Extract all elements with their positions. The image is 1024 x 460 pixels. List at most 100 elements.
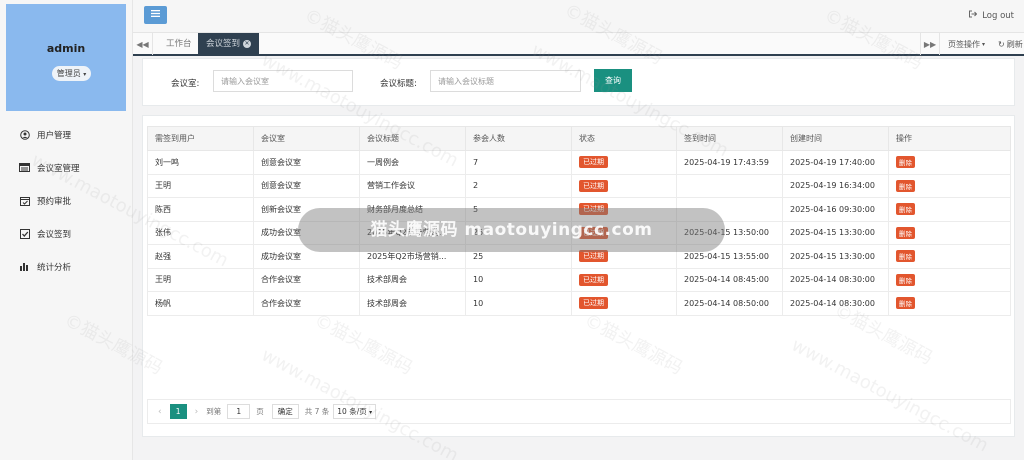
- cell-created: 2025-04-16 09:30:00: [782, 197, 889, 222]
- sidebar-item-checkin[interactable]: 会议签到: [0, 217, 133, 250]
- cell-count: 10: [465, 291, 572, 316]
- cell-created: 2025-04-19 16:34:00: [782, 173, 889, 198]
- sidebar-item-approval[interactable]: 预约审批: [0, 184, 133, 217]
- delete-button[interactable]: 删除: [896, 156, 915, 169]
- cell-user: 王明: [147, 173, 254, 198]
- logout-label: Log out: [982, 10, 1014, 21]
- page-size-label: 10 条/页: [337, 407, 367, 416]
- cell-count: 10: [465, 267, 572, 292]
- cell-action: 删除: [888, 197, 1011, 222]
- delete-button[interactable]: 删除: [896, 297, 915, 310]
- sidebar-item-statistics[interactable]: 统计分析: [0, 250, 133, 283]
- delete-button[interactable]: 删除: [896, 273, 915, 286]
- sidebar-item-label: 会议签到: [37, 229, 72, 240]
- sign-out-icon: [969, 10, 978, 21]
- cell-room: 成功会议室: [253, 220, 360, 245]
- status-badge: 已过期: [579, 179, 608, 192]
- column-header[interactable]: 参会人数: [465, 126, 572, 151]
- goto-page-input[interactable]: 1: [227, 404, 251, 419]
- sidebar-item-label: 用户管理: [37, 130, 72, 141]
- cell-action: 删除: [888, 291, 1011, 316]
- room-icon: [19, 162, 30, 173]
- tab-checkin[interactable]: 会议签到 ✕: [198, 33, 260, 55]
- cell-created: 2025-04-15 13:30:00: [782, 244, 889, 269]
- sidebar-item-label: 预约审批: [37, 196, 72, 207]
- room-label: 会议室:: [171, 79, 200, 89]
- goto-confirm-button[interactable]: 确定: [271, 404, 299, 419]
- page-size-select[interactable]: 10 条/页 ▾: [333, 404, 377, 419]
- cell-status: 已过期: [571, 244, 677, 269]
- cell-room: 合作会议室: [253, 291, 360, 316]
- page-ops-label: 页签操作: [948, 39, 980, 49]
- cell-checkin: [676, 197, 783, 222]
- cell-user: 赵强: [147, 244, 254, 269]
- caret-down-icon: ▾: [982, 40, 986, 48]
- tab-label: 工作台: [166, 39, 192, 49]
- logout-link[interactable]: Log out: [969, 10, 1014, 21]
- cell-count: 7: [465, 150, 572, 175]
- cell-title: 营销工作会议: [359, 173, 466, 198]
- cell-title: 技术部周会: [359, 291, 466, 316]
- title-search-input[interactable]: [430, 70, 581, 92]
- cell-count: 5: [465, 197, 572, 222]
- role-dropdown[interactable]: 管理员 ▾: [52, 66, 91, 81]
- cell-user: 陈西: [147, 197, 254, 222]
- column-header[interactable]: 需签到用户: [147, 126, 254, 151]
- column-header[interactable]: 创建时间: [782, 126, 889, 151]
- cell-status: 已过期: [571, 173, 677, 198]
- column-header[interactable]: 会议室: [253, 126, 360, 151]
- cell-title: 财务部月度总结: [359, 197, 466, 222]
- top-header: Log out: [133, 0, 1024, 32]
- column-header: 操作: [888, 126, 1011, 151]
- table-row: 王明 合作会议室 技术部周会 10 已过期 2025-04-14 08:45:00 2025…: [147, 267, 1011, 292]
- table-row: 杨帆 合作会议室 技术部周会 10 已过期 2025-04-14 08:50:00 2025…: [147, 291, 1011, 316]
- cell-checkin: 2025-04-19 17:43:59: [676, 150, 783, 175]
- page-unit-label: 页: [256, 407, 264, 416]
- column-header[interactable]: 签到时间: [676, 126, 783, 151]
- cell-action: 删除: [888, 244, 1011, 269]
- delete-button[interactable]: 删除: [896, 203, 915, 216]
- query-button[interactable]: 查询: [594, 69, 632, 92]
- delete-button[interactable]: 删除: [896, 226, 915, 239]
- table-row: 陈西 创新会议室 财务部月度总结 5 已过期 2025-04-16 09:30:00 删除: [147, 197, 1011, 222]
- refresh-label: 刷新: [1006, 39, 1023, 49]
- cell-title: 一周例会: [359, 150, 466, 175]
- page-ops-dropdown[interactable]: 页签操作 ▾: [948, 33, 985, 55]
- table-row: 刘一鸣 创意会议室 一周例会 7 已过期 2025-04-19 17:43:59 2025-…: [147, 150, 1011, 175]
- cell-action: 删除: [888, 173, 1011, 198]
- cell-checkin: 2025-04-14 08:45:00: [676, 267, 783, 292]
- bar-chart-icon: [19, 261, 30, 272]
- cell-room: 成功会议室: [253, 244, 360, 269]
- sidebar-item-user-management[interactable]: 用户管理: [0, 118, 133, 151]
- cell-user: 杨帆: [147, 291, 254, 316]
- prev-page-button[interactable]: ‹: [158, 407, 162, 417]
- sidebar-item-room-management[interactable]: 会议室管理: [0, 151, 133, 184]
- cell-status: 已过期: [571, 267, 677, 292]
- table-row: 王明 创意会议室 营销工作会议 2 已过期 2025-04-19 16:34:00 删除: [147, 173, 1011, 198]
- status-badge: 已过期: [579, 156, 608, 169]
- cell-title: 技术部周会: [359, 267, 466, 292]
- column-header[interactable]: 状态: [571, 126, 677, 151]
- sidebar-menu: 用户管理 会议室管理 预约审批 会议签到 统计分析: [0, 118, 133, 283]
- status-badge: 已过期: [579, 273, 608, 286]
- refresh-icon: ↻: [998, 39, 1005, 49]
- delete-button[interactable]: 删除: [896, 179, 915, 192]
- cell-status: 已过期: [571, 291, 677, 316]
- tab-scroll-left-button[interactable]: ◀◀: [133, 33, 153, 55]
- tab-scroll-right-button[interactable]: ▶▶: [920, 33, 940, 55]
- tab-bar: ◀◀ 工作台 会议签到 ✕ ▶▶ 页签操作 ▾ ↻ 刷新: [133, 32, 1024, 56]
- tab-dashboard[interactable]: 工作台: [158, 33, 200, 55]
- next-page-button[interactable]: ›: [195, 407, 199, 417]
- cell-checkin: 2025-04-15 13:55:00: [676, 244, 783, 269]
- menu-toggle-button[interactable]: [144, 6, 167, 24]
- cell-status: 已过期: [571, 197, 677, 222]
- room-search-input[interactable]: [213, 70, 353, 92]
- column-header[interactable]: 会议标题: [359, 126, 466, 151]
- delete-button[interactable]: 删除: [896, 250, 915, 263]
- close-tab-icon[interactable]: ✕: [243, 39, 252, 48]
- current-page-button[interactable]: 1: [169, 404, 187, 419]
- refresh-button[interactable]: ↻ 刷新: [998, 33, 1023, 55]
- cell-title: 2025年Q2市场营销...: [359, 220, 466, 245]
- cell-checkin: 2025-04-15 13:50:00: [676, 220, 783, 245]
- tab-label: 会议签到: [206, 39, 241, 49]
